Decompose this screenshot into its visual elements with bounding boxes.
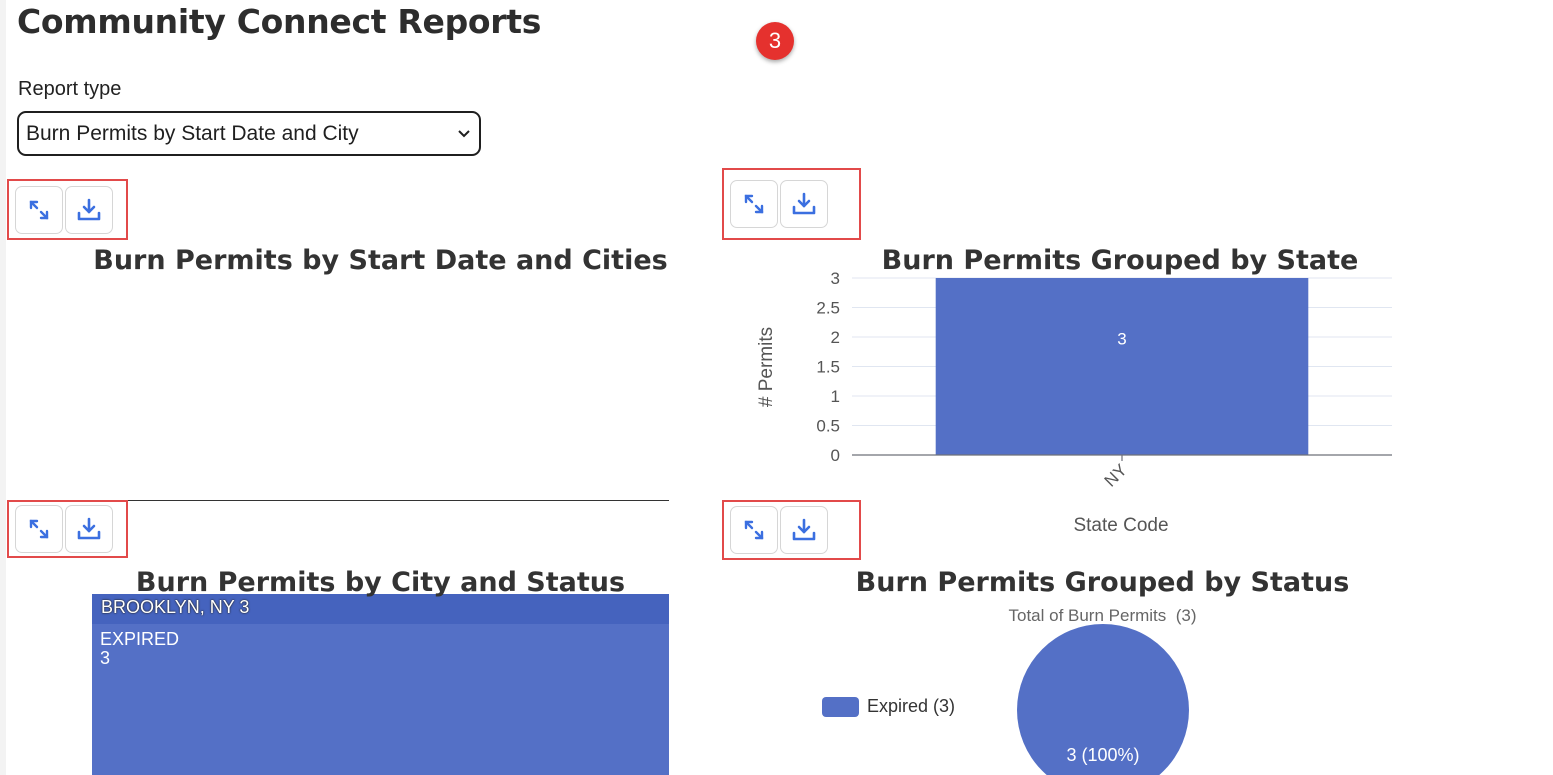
x-axis-label: State Code	[1073, 515, 1168, 536]
status-pie-chart: 3 (100%)	[1017, 624, 1189, 775]
chevron-down-icon	[458, 130, 470, 138]
treemap-parent-node[interactable]: BROOKLYN, NY 3	[92, 594, 669, 624]
download-button[interactable]	[780, 180, 828, 228]
download-button[interactable]	[65, 185, 113, 234]
y-tick-label: 0	[831, 446, 840, 465]
report-type-label: Report type	[18, 78, 122, 100]
treemap-leaf-value: 3	[100, 648, 111, 668]
report-type-selected-value: Burn Permits by Start Date and City	[26, 121, 359, 145]
y-tick-label: 1.5	[816, 358, 840, 377]
expand-icon	[29, 519, 49, 539]
expand-button[interactable]	[15, 505, 63, 553]
expand-icon	[744, 520, 764, 540]
chart-title-start-date: Burn Permits by Start Date and Cities	[93, 245, 668, 276]
pie-slice-label: 3 (100%)	[1066, 745, 1139, 765]
legend-label: Expired (3)	[867, 696, 956, 716]
expand-icon	[744, 194, 764, 214]
treemap-parent-label: BROOKLYN, NY 3	[101, 597, 250, 617]
page-left-border	[0, 0, 6, 775]
download-icon	[792, 192, 816, 215]
y-tick-label: 2.5	[816, 299, 840, 318]
download-icon	[77, 517, 101, 540]
chart-toolbar-state	[722, 168, 861, 240]
download-icon	[77, 198, 101, 220]
y-axis-label: # Permits	[756, 327, 777, 407]
pie-legend[interactable]: Expired (3)	[822, 696, 955, 717]
treemap-leaf-node[interactable]: EXPIRED 3	[92, 624, 669, 775]
download-button[interactable]	[780, 506, 828, 554]
bar-value-label: 3	[1117, 330, 1126, 349]
expand-button[interactable]	[730, 180, 778, 228]
download-icon	[792, 518, 816, 541]
y-tick-label: 0.5	[816, 417, 840, 436]
y-tick-label: 2	[831, 328, 840, 347]
x-tick-label: NY	[1101, 460, 1131, 490]
chart-toolbar-status	[722, 500, 861, 560]
y-tick-label: 3	[831, 269, 840, 288]
bar-ny[interactable]	[935, 278, 1309, 455]
expand-button[interactable]	[15, 185, 63, 234]
chart-toolbar-start-date	[7, 179, 128, 240]
report-type-select[interactable]: Burn Permits by Start Date and City	[17, 111, 481, 156]
chart-title-status: Burn Permits Grouped by Status	[855, 567, 1350, 598]
page-title: Community Connect Reports	[17, 2, 542, 41]
y-tick-label: 1	[831, 387, 840, 406]
step-badge: 3	[756, 22, 794, 60]
chart-title-city-status: Burn Permits by City and Status	[135, 567, 626, 598]
download-button[interactable]	[65, 505, 113, 553]
chart-divider	[92, 500, 669, 501]
legend-swatch	[822, 696, 859, 717]
chart-toolbar-city-status	[7, 500, 128, 558]
expand-button[interactable]	[730, 506, 778, 554]
treemap-leaf-label: EXPIRED	[100, 629, 180, 649]
expand-icon	[29, 200, 49, 219]
